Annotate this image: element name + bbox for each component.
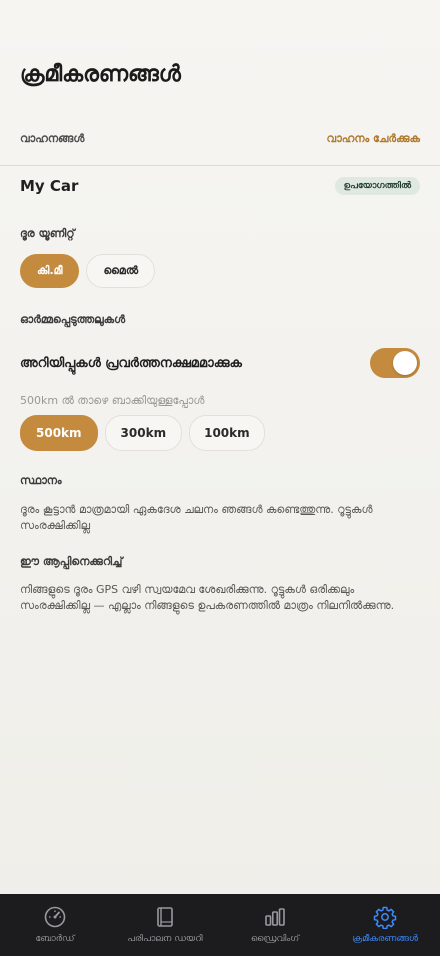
- bar-chart-icon: [265, 908, 285, 926]
- tab-dashboard-label: ബോർഡ്: [35, 934, 75, 944]
- about-label: ഈ ആപ്പിനെക്കുറിച്ച്: [20, 555, 123, 568]
- unit-option-miles[interactable]: മൈൽ: [86, 254, 156, 288]
- reminders-label: ഓർമ്മപ്പെടുത്തലുകൾ: [20, 313, 126, 326]
- location-label: സ്ഥാനം: [20, 474, 62, 487]
- add-vehicle-link[interactable]: വാഹനം ചേർക്കുക: [327, 132, 420, 146]
- distance-unit-options: കി.മീ മൈൽ: [20, 254, 156, 288]
- about-text: നിങ്ങളുടെ ദൂരം GPS വഴി സ്വയമേവ ശേഖരിക്കു…: [20, 583, 395, 612]
- vehicles-label: വാഹനങ്ങൾ: [20, 132, 85, 145]
- active-vehicle-badge: ഉപയോഗത്തിൽ: [334, 177, 420, 195]
- tab-settings[interactable]: ക്രമീകരണങ്ങൾ: [330, 894, 440, 956]
- notifications-row: അറിയിപ്പുകൾ പ്രവർത്തനക്ഷമമാക്കുക: [20, 348, 420, 378]
- threshold-options: 500km 300km 100km: [20, 415, 265, 451]
- tab-dashboard[interactable]: ബോർഡ്: [0, 894, 110, 956]
- tab-maintenance-diary-label: പരിപാലന ഡയറി: [127, 934, 203, 944]
- tab-settings-label: ക്രമീകരണങ്ങൾ: [352, 934, 418, 944]
- tab-bar: ബോർഡ് പരിപാലന ഡയറി ഡ്രൈവിംഗ് ക്രമീകരണങ്ങ…: [0, 894, 440, 956]
- tab-driving-label: ഡ്രൈവിംഗ്: [250, 934, 300, 944]
- location-text: ദൂരം കൂട്ടാൻ മാത്രമായി ഏകദേശ ചലനം ഞങ്ങൾ …: [20, 503, 373, 532]
- tab-maintenance-diary[interactable]: പരിപാലന ഡയറി: [110, 894, 220, 956]
- section-divider: [0, 165, 440, 166]
- toggle-knob: [393, 351, 417, 375]
- gear-icon: [373, 906, 397, 929]
- notifications-toggle[interactable]: [370, 348, 420, 378]
- notifications-toggle-label: അറിയിപ്പുകൾ പ്രവർത്തനക്ഷമമാക്കുക: [20, 355, 242, 371]
- page-title: ക്രമീകരണങ്ങൾ: [20, 62, 181, 87]
- threshold-option-100[interactable]: 100km: [189, 415, 265, 451]
- gauge-icon: [44, 906, 66, 928]
- threshold-hint: 500km ൽ താഴെ ബാക്കിയുള്ളപ്പോൾ: [20, 394, 205, 407]
- vehicles-header: വാഹനങ്ങൾ വാഹനം ചേർക്കുക: [20, 132, 420, 146]
- unit-option-km[interactable]: കി.മീ: [20, 254, 80, 288]
- vehicle-name: My Car: [20, 177, 79, 195]
- distance-unit-label: ദൂര യൂണിറ്റ്: [20, 227, 75, 240]
- tab-driving[interactable]: ഡ്രൈവിംഗ്: [220, 894, 330, 956]
- threshold-option-300[interactable]: 300km: [104, 415, 183, 451]
- threshold-option-500[interactable]: 500km: [20, 415, 98, 451]
- vehicle-row[interactable]: My Car ഉപയോഗത്തിൽ: [20, 177, 420, 195]
- book-icon: [157, 907, 173, 927]
